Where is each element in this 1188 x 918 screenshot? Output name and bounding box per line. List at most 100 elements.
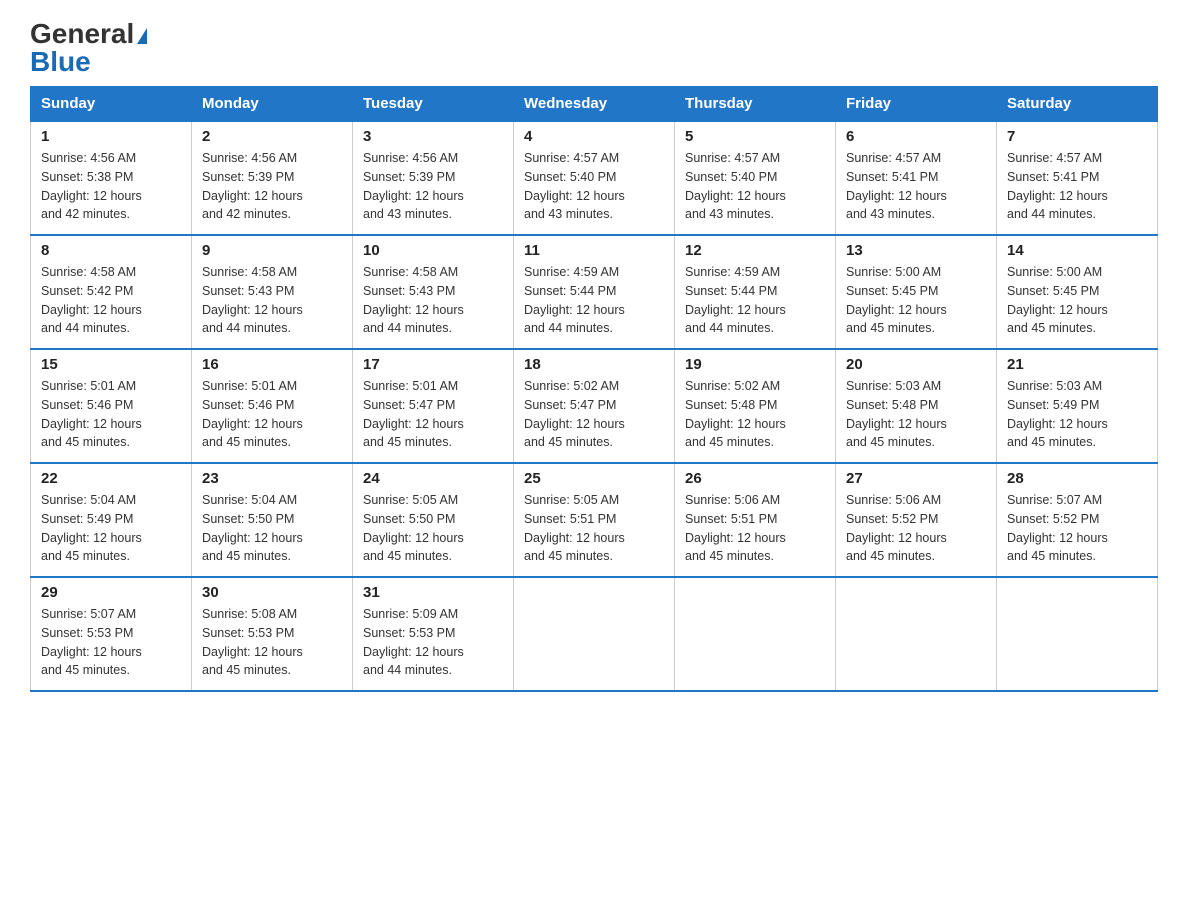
calendar-cell: 6Sunrise: 4:57 AMSunset: 5:41 PMDaylight… (836, 121, 997, 235)
calendar-cell: 18 Sunrise: 5:02 AMSunset: 5:47 PMDayligh… (514, 349, 675, 463)
calendar-week-4: 22Sunrise: 5:04 AMSunset: 5:49 PMDayligh… (31, 463, 1158, 577)
day-info: Sunrise: 5:00 AMSunset: 5:45 PMDaylight:… (846, 263, 986, 338)
day-info: Sunrise: 5:00 AMSunset: 5:45 PMDaylight:… (1007, 263, 1147, 338)
calendar-cell: 23 Sunrise: 5:04 AMSunset: 5:50 PMDayligh… (192, 463, 353, 577)
day-info: Sunrise: 5:06 AMSunset: 5:52 PMDaylight:… (846, 491, 986, 566)
calendar-cell: 7 Sunrise: 4:57 AMSunset: 5:41 PMDaylight… (997, 121, 1158, 235)
column-header-tuesday: Tuesday (353, 87, 514, 122)
calendar-cell: 24Sunrise: 5:05 AMSunset: 5:50 PMDayligh… (353, 463, 514, 577)
day-info: Sunrise: 5:01 AMSunset: 5:47 PMDaylight:… (363, 377, 503, 452)
column-header-thursday: Thursday (675, 87, 836, 122)
day-info: Sunrise: 5:07 AMSunset: 5:52 PMDaylight:… (1007, 491, 1147, 566)
day-info: Sunrise: 5:05 AMSunset: 5:50 PMDaylight:… (363, 491, 503, 566)
calendar-cell: 25 Sunrise: 5:05 AMSunset: 5:51 PMDayligh… (514, 463, 675, 577)
day-number: 25 (524, 470, 664, 487)
calendar-cell: 20 Sunrise: 5:03 AMSunset: 5:48 PMDayligh… (836, 349, 997, 463)
day-number: 16 (202, 356, 342, 373)
day-number: 17 (363, 356, 503, 373)
day-number: 30 (202, 584, 342, 601)
day-number: 7 (1007, 128, 1147, 145)
day-info: Sunrise: 4:56 AMSunset: 5:39 PMDaylight:… (202, 149, 342, 224)
day-number: 31 (363, 584, 503, 601)
calendar-cell: 16 Sunrise: 5:01 AMSunset: 5:46 PMDayligh… (192, 349, 353, 463)
day-info: Sunrise: 4:59 AMSunset: 5:44 PMDaylight:… (524, 263, 664, 338)
day-number: 6 (846, 128, 986, 145)
day-number: 23 (202, 470, 342, 487)
day-info: Sunrise: 4:58 AMSunset: 5:42 PMDaylight:… (41, 263, 181, 338)
day-number: 2 (202, 128, 342, 145)
day-number: 10 (363, 242, 503, 259)
calendar-header-row: SundayMondayTuesdayWednesdayThursdayFrid… (31, 87, 1158, 122)
day-info: Sunrise: 4:56 AMSunset: 5:38 PMDaylight:… (41, 149, 181, 224)
day-info: Sunrise: 5:09 AMSunset: 5:53 PMDaylight:… (363, 605, 503, 680)
calendar-cell: 11 Sunrise: 4:59 AMSunset: 5:44 PMDayligh… (514, 235, 675, 349)
day-number: 5 (685, 128, 825, 145)
day-info: Sunrise: 5:05 AMSunset: 5:51 PMDaylight:… (524, 491, 664, 566)
logo-triangle-icon (137, 28, 147, 44)
column-header-friday: Friday (836, 87, 997, 122)
calendar-cell: 26 Sunrise: 5:06 AMSunset: 5:51 PMDayligh… (675, 463, 836, 577)
calendar-week-3: 15 Sunrise: 5:01 AMSunset: 5:46 PMDayligh… (31, 349, 1158, 463)
day-number: 18 (524, 356, 664, 373)
day-number: 19 (685, 356, 825, 373)
day-info: Sunrise: 4:57 AMSunset: 5:41 PMDaylight:… (1007, 149, 1147, 224)
calendar-cell: 4 Sunrise: 4:57 AMSunset: 5:40 PMDaylight… (514, 121, 675, 235)
day-number: 4 (524, 128, 664, 145)
logo-blue-text: Blue (30, 48, 91, 76)
calendar-cell: 19 Sunrise: 5:02 AMSunset: 5:48 PMDayligh… (675, 349, 836, 463)
calendar-week-2: 8 Sunrise: 4:58 AMSunset: 5:42 PMDaylight… (31, 235, 1158, 349)
day-info: Sunrise: 5:07 AMSunset: 5:53 PMDaylight:… (41, 605, 181, 680)
calendar-cell: 14 Sunrise: 5:00 AMSunset: 5:45 PMDayligh… (997, 235, 1158, 349)
calendar-cell (514, 577, 675, 691)
day-info: Sunrise: 5:02 AMSunset: 5:48 PMDaylight:… (685, 377, 825, 452)
day-info: Sunrise: 5:04 AMSunset: 5:50 PMDaylight:… (202, 491, 342, 566)
calendar-cell: 12Sunrise: 4:59 AMSunset: 5:44 PMDayligh… (675, 235, 836, 349)
calendar-table: SundayMondayTuesdayWednesdayThursdayFrid… (30, 86, 1158, 692)
day-number: 15 (41, 356, 181, 373)
calendar-cell: 22Sunrise: 5:04 AMSunset: 5:49 PMDayligh… (31, 463, 192, 577)
calendar-cell: 9Sunrise: 4:58 AMSunset: 5:43 PMDaylight… (192, 235, 353, 349)
day-number: 8 (41, 242, 181, 259)
calendar-cell: 17 Sunrise: 5:01 AMSunset: 5:47 PMDayligh… (353, 349, 514, 463)
day-info: Sunrise: 5:04 AMSunset: 5:49 PMDaylight:… (41, 491, 181, 566)
day-number: 28 (1007, 470, 1147, 487)
column-header-sunday: Sunday (31, 87, 192, 122)
day-info: Sunrise: 4:56 AMSunset: 5:39 PMDaylight:… (363, 149, 503, 224)
calendar-cell: 8 Sunrise: 4:58 AMSunset: 5:42 PMDaylight… (31, 235, 192, 349)
day-info: Sunrise: 5:02 AMSunset: 5:47 PMDaylight:… (524, 377, 664, 452)
day-number: 21 (1007, 356, 1147, 373)
calendar-cell: 5 Sunrise: 4:57 AMSunset: 5:40 PMDaylight… (675, 121, 836, 235)
day-number: 29 (41, 584, 181, 601)
day-info: Sunrise: 4:58 AMSunset: 5:43 PMDaylight:… (363, 263, 503, 338)
day-info: Sunrise: 4:58 AMSunset: 5:43 PMDaylight:… (202, 263, 342, 338)
calendar-cell: 31 Sunrise: 5:09 AMSunset: 5:53 PMDayligh… (353, 577, 514, 691)
day-info: Sunrise: 4:57 AMSunset: 5:40 PMDaylight:… (685, 149, 825, 224)
calendar-cell: 13Sunrise: 5:00 AMSunset: 5:45 PMDayligh… (836, 235, 997, 349)
logo: General Blue (30, 20, 147, 76)
day-number: 3 (363, 128, 503, 145)
day-info: Sunrise: 5:08 AMSunset: 5:53 PMDaylight:… (202, 605, 342, 680)
calendar-cell: 3 Sunrise: 4:56 AMSunset: 5:39 PMDaylight… (353, 121, 514, 235)
day-number: 20 (846, 356, 986, 373)
calendar-cell: 29 Sunrise: 5:07 AMSunset: 5:53 PMDayligh… (31, 577, 192, 691)
column-header-saturday: Saturday (997, 87, 1158, 122)
calendar-cell: 21 Sunrise: 5:03 AMSunset: 5:49 PMDayligh… (997, 349, 1158, 463)
calendar-cell: 1 Sunrise: 4:56 AMSunset: 5:38 PMDaylight… (31, 121, 192, 235)
day-number: 14 (1007, 242, 1147, 259)
day-number: 1 (41, 128, 181, 145)
day-info: Sunrise: 5:03 AMSunset: 5:48 PMDaylight:… (846, 377, 986, 452)
page-header: General Blue (30, 20, 1158, 76)
day-number: 11 (524, 242, 664, 259)
day-info: Sunrise: 5:03 AMSunset: 5:49 PMDaylight:… (1007, 377, 1147, 452)
column-header-monday: Monday (192, 87, 353, 122)
calendar-week-1: 1 Sunrise: 4:56 AMSunset: 5:38 PMDaylight… (31, 121, 1158, 235)
day-info: Sunrise: 5:01 AMSunset: 5:46 PMDaylight:… (202, 377, 342, 452)
calendar-cell (997, 577, 1158, 691)
day-info: Sunrise: 5:06 AMSunset: 5:51 PMDaylight:… (685, 491, 825, 566)
day-number: 26 (685, 470, 825, 487)
calendar-cell: 30 Sunrise: 5:08 AMSunset: 5:53 PMDayligh… (192, 577, 353, 691)
calendar-cell: 27Sunrise: 5:06 AMSunset: 5:52 PMDayligh… (836, 463, 997, 577)
calendar-cell: 2 Sunrise: 4:56 AMSunset: 5:39 PMDaylight… (192, 121, 353, 235)
day-info: Sunrise: 4:57 AMSunset: 5:40 PMDaylight:… (524, 149, 664, 224)
day-number: 12 (685, 242, 825, 259)
